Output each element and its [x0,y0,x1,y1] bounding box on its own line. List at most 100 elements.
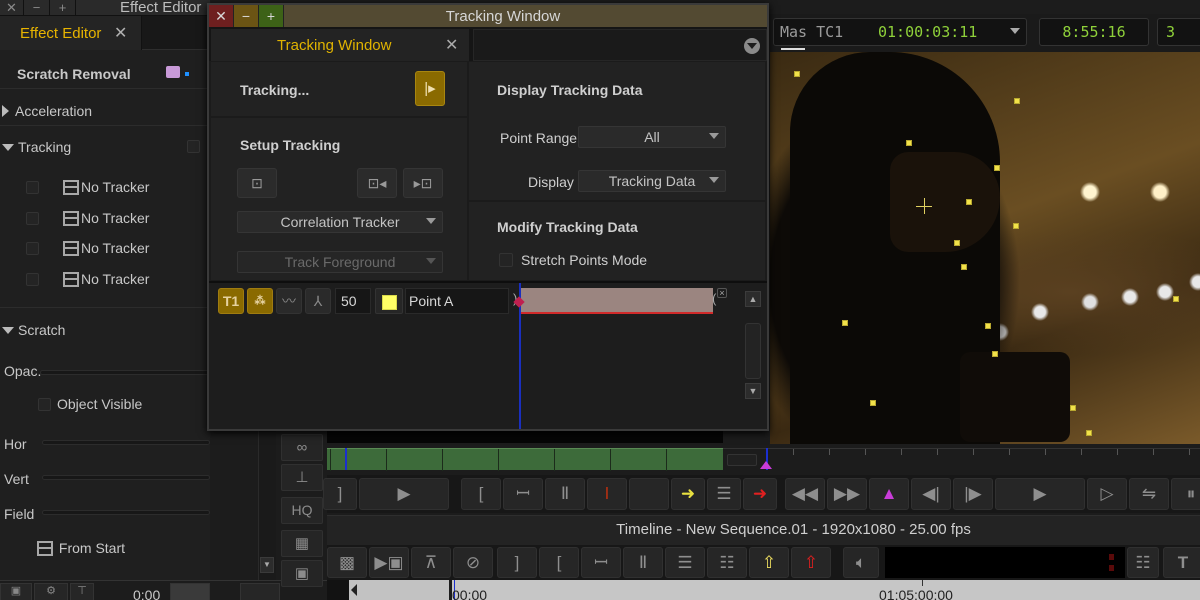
timeline-mark-out-icon[interactable]: ] [497,547,537,578]
tracker-menu[interactable]: No Tracker [63,240,193,256]
tracking-point[interactable] [966,199,972,205]
tracker-list-scrollbar[interactable]: ▲ ▼ [743,287,763,425]
from-start-menu[interactable]: From Start [37,540,247,556]
scroll-down-icon[interactable]: ▼ [745,383,761,399]
pin-icon[interactable]: ⊤ [70,583,94,600]
stretch-points-checkbox[interactable] [499,253,513,267]
lift-icon[interactable]: ⇧ [749,547,789,578]
start-tracking-icon[interactable]: |▸ [415,71,445,106]
overwrite-red-icon[interactable]: ➜ [743,478,777,510]
track-forward-icon[interactable]: ▸⊡ [403,168,443,198]
timeline-mark-clip-icon[interactable]: ꟷ [581,547,621,578]
tab-effect-editor[interactable]: Effect Editor ✕ [0,16,142,50]
tracker-menu[interactable]: No Tracker [63,210,193,226]
extract-icon[interactable]: ⇧ [791,547,831,578]
keyframe-icon[interactable]: ⚙ [34,583,68,600]
add-marker-icon[interactable]: ▲ [869,478,909,510]
source-playhead[interactable] [345,448,347,470]
minimize-icon[interactable]: − [24,0,50,16]
timeline-extract-icon[interactable]: ☷ [707,547,747,578]
marker-icon[interactable] [760,461,772,469]
disable-icon[interactable]: ⊘ [453,547,493,578]
remove-tracker-icon[interactable]: × [717,288,727,298]
tracking-point[interactable] [961,264,967,270]
zoom-slider[interactable] [727,454,757,466]
tracking-point[interactable] [1070,405,1076,411]
stabilize-icon[interactable]: ⅄ [305,288,331,314]
tracking-data-range[interactable] [520,288,713,314]
close-tab-icon[interactable]: ✕ [445,35,458,55]
position-bar-green[interactable] [327,448,723,471]
mark-clip-icon[interactable]: ꟷ [503,478,543,510]
play-icon[interactable]: ▶ [359,478,449,510]
empty-transport-button[interactable] [629,478,669,510]
tracking-point[interactable] [994,165,1000,171]
link-icon[interactable]: ∞ [281,434,323,461]
timeline-scroll-area[interactable] [349,580,449,600]
record-indicator-icon[interactable]: ǀ [587,478,627,510]
pause-icon[interactable]: ⏸ [1171,478,1200,510]
step-forward-icon[interactable]: |▶ [953,478,993,510]
overwrite-icon[interactable]: ☰ [707,478,741,510]
rewind-icon[interactable]: ◀◀ [785,478,825,510]
paint-brush-icon[interactable]: ⊥ [281,464,323,491]
tracking-point[interactable] [985,323,991,329]
tracking-point[interactable] [1014,98,1020,104]
generate-tracker-icon[interactable]: ⊡ [237,168,277,198]
tracking-window-titlebar[interactable]: ✕ − + Tracking Window [209,5,767,27]
scroll-left-icon[interactable] [351,584,357,596]
extra-button[interactable] [240,583,280,600]
track-label-button[interactable]: T1 [218,288,244,314]
close-tab-icon[interactable]: ✕ [114,23,127,43]
close-icon[interactable]: ✕ [0,0,24,16]
position-bar-record[interactable] [723,448,1200,470]
grid-icon[interactable]: ▦ [281,530,323,557]
fast-forward-icon[interactable]: ▶▶ [827,478,867,510]
timeline-mark-in-icon[interactable]: [ [539,547,579,578]
splice-in-icon[interactable]: ➜ [671,478,705,510]
tracker-checkbox[interactable] [26,181,39,194]
section-scratch[interactable]: Scratch [2,322,212,338]
graph-icon[interactable]: 〰 [276,288,302,314]
point-color-swatch[interactable] [375,288,403,314]
timeline-ruler[interactable]: 00:00 01:05:00:00 [452,580,1200,600]
step-back-icon[interactable]: ◀| [911,478,951,510]
effect-icon[interactable] [166,66,180,78]
mark-out-icon[interactable]: ] [323,478,357,510]
clear-marks-icon[interactable]: Ⅱ [545,478,585,510]
track-backward-icon[interactable]: ⊡◂ [357,168,397,198]
tracking-point[interactable] [992,351,998,357]
hq-toggle-button[interactable]: HQ [281,497,323,524]
tracker-menu[interactable]: No Tracker [63,271,193,287]
field-slider[interactable] [42,510,210,515]
render-effect-icon[interactable]: ▩ [327,547,367,578]
lift-overwrite-icon[interactable]: ⊼ [411,547,451,578]
opacity-slider[interactable] [40,370,210,375]
time-slider[interactable] [170,583,210,600]
tab-tracking-window[interactable]: Tracking Window ✕ [211,29,469,61]
timeline-overwrite-icon[interactable]: ☰ [665,547,705,578]
tracker-checkbox[interactable] [26,273,39,286]
tracking-point[interactable] [954,240,960,246]
play-record-icon[interactable]: ▶ [995,478,1085,510]
tracker-enable-icon[interactable]: ⁂ [247,288,273,314]
timecode-dropdown-icon[interactable] [1010,28,1020,34]
segment-mode-icon[interactable]: ▶▣ [369,547,409,578]
vert-slider[interactable] [42,475,210,480]
tracker-type-dropdown[interactable]: Correlation Tracker [237,211,443,233]
tracking-point[interactable] [794,71,800,77]
display-dropdown[interactable]: Tracking Data [578,170,726,192]
section-acceleration[interactable]: Acceleration [2,103,212,119]
hor-slider[interactable] [42,440,210,445]
track-mode-dropdown[interactable]: Track Foreground [237,251,443,273]
point-name-field[interactable]: Point A [405,288,509,314]
tracking-point[interactable] [842,320,848,326]
panel-menu-icon[interactable] [744,38,760,54]
audio-icon[interactable]: 🔈︎ [843,547,879,578]
scroll-down-icon[interactable]: ▼ [260,557,274,573]
loop-icon[interactable]: ⇋ [1129,478,1169,510]
third-timecode-display[interactable]: 3 [1157,18,1200,46]
range-end-bracket[interactable]: ( [712,291,716,306]
tracking-point[interactable] [1086,430,1092,436]
record-monitor-video[interactable] [770,52,1200,444]
